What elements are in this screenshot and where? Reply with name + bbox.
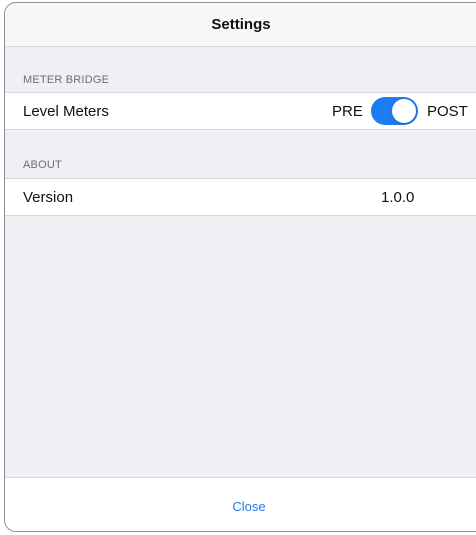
navigation-bar: Settings bbox=[5, 3, 476, 47]
level-meters-row: Level Meters PRE POST bbox=[5, 92, 476, 130]
section-header-meter-bridge: METER BRIDGE bbox=[23, 74, 110, 86]
post-option-label: POST bbox=[427, 103, 468, 120]
version-label: Version bbox=[23, 189, 74, 206]
page-title: Settings bbox=[211, 16, 271, 33]
level-meters-toggle[interactable] bbox=[371, 97, 418, 125]
level-meters-label: Level Meters bbox=[23, 103, 109, 120]
toggle-knob bbox=[392, 99, 416, 123]
version-value: 1.0.0 bbox=[381, 189, 415, 206]
settings-sheet: Settings METER BRIDGE Level Meters PRE P… bbox=[4, 2, 476, 532]
footer-bar: Close bbox=[5, 477, 476, 531]
close-button[interactable]: Close bbox=[5, 499, 476, 514]
pre-option-label: PRE bbox=[332, 103, 363, 120]
version-row: Version 1.0.0 bbox=[5, 178, 476, 216]
section-header-about: ABOUT bbox=[23, 159, 62, 171]
